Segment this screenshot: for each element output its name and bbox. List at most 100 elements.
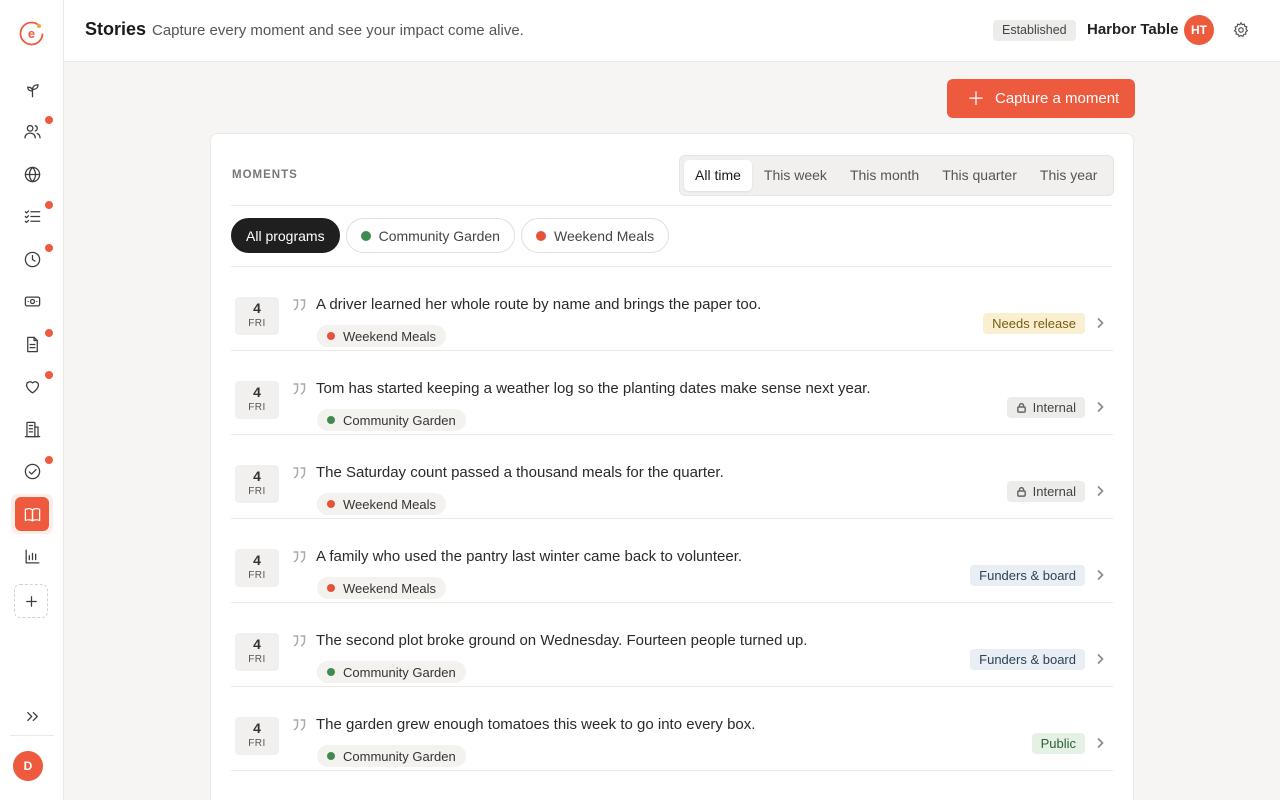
nav-alert-dot (44, 200, 54, 210)
settings-button[interactable] (1232, 21, 1250, 39)
app-logo-icon[interactable]: e (19, 21, 44, 46)
moment-text: A family who used the pantry last winter… (316, 548, 743, 565)
moment-row[interactable]: 4 FRI A driver learned her whole route b… (231, 267, 1113, 351)
quote-icon (291, 717, 307, 733)
sidebar: e D (0, 0, 64, 800)
moments-section-label: MOMENTS (232, 169, 298, 181)
program-color-dot (535, 230, 546, 241)
program-chip: Community Garden (317, 409, 466, 431)
date-box: 4 FRI (235, 717, 279, 755)
program-color-dot (360, 230, 371, 241)
bar-chart-icon (25, 549, 39, 563)
sidebar-divider (10, 735, 54, 736)
chevron-right-icon[interactable] (1093, 568, 1107, 582)
user-avatar[interactable]: D (13, 751, 43, 781)
capture-moment-button[interactable]: ＋ Capture a moment (947, 79, 1135, 118)
filter-community-garden[interactable]: Community Garden (345, 218, 515, 253)
plus-icon (25, 595, 37, 607)
program-name: Weekend Meals (343, 580, 436, 596)
visibility-badge: Internal (1006, 481, 1085, 502)
heart-icon (25, 380, 39, 393)
expand-sidebar-button[interactable] (12, 698, 52, 734)
quote-icon (291, 381, 307, 397)
visibility-label: Internal (1032, 400, 1076, 415)
program-color-dot (327, 332, 335, 340)
nav-organization[interactable] (12, 411, 52, 447)
program-filters: All programs Community Garden Weekend Me… (231, 218, 675, 253)
moment-list: 4 FRI A driver learned her whole route b… (231, 267, 1113, 771)
date-day: 4 (253, 636, 261, 652)
chevron-right-icon[interactable] (1093, 652, 1107, 666)
visibility-badge: Public (1031, 733, 1085, 754)
check-circle-icon (24, 463, 40, 479)
chevron-right-icon[interactable] (1093, 484, 1107, 498)
moment-row[interactable]: 4 FRI A family who used the pantry last … (231, 519, 1113, 603)
capture-moment-label: Capture a moment (995, 90, 1120, 107)
card-divider (231, 205, 1112, 206)
visibility-label: Internal (1032, 484, 1076, 499)
nav-globe[interactable] (12, 156, 52, 192)
lock-icon (1016, 402, 1027, 413)
program-name: Community Garden (343, 412, 456, 428)
visibility-badge: Funders & board (970, 649, 1085, 670)
nav-alert-dot (44, 243, 54, 253)
sprout-icon (26, 83, 39, 97)
visibility-label: Funders & board (979, 652, 1076, 667)
nav-sprout[interactable] (12, 71, 52, 107)
book-open-icon (24, 507, 40, 521)
chevron-right-icon[interactable] (1093, 736, 1107, 750)
lock-icon (1016, 486, 1027, 497)
nav-donors[interactable] (12, 368, 54, 404)
tab-this-quarter[interactable]: This quarter (931, 160, 1028, 191)
money-icon (24, 296, 40, 306)
clock-icon (24, 251, 40, 267)
nav-stories[interactable] (11, 494, 53, 534)
moment-row[interactable]: 4 FRI The garden grew enough tomatoes th… (231, 687, 1113, 771)
nav-alert-dot (44, 328, 54, 338)
quote-icon (291, 297, 307, 313)
program-name: Community Garden (343, 664, 456, 680)
tab-this-week[interactable]: This week (753, 160, 838, 191)
building-icon (24, 421, 40, 437)
program-chip: Weekend Meals (317, 493, 446, 515)
moment-row[interactable]: 4 FRI Tom has started keeping a weather … (231, 351, 1113, 435)
nav-time[interactable] (12, 241, 54, 277)
moment-text: The Saturday count passed a thousand mea… (316, 464, 724, 481)
program-name: Weekend Meals (343, 328, 436, 344)
moment-row[interactable]: 4 FRI The Saturday count passed a thousa… (231, 435, 1113, 519)
filter-all-programs[interactable]: All programs (231, 218, 340, 253)
program-chip: Community Garden (317, 745, 466, 767)
visibility-badge: Internal (1006, 397, 1085, 418)
program-color-dot (327, 500, 335, 508)
chevron-right-icon[interactable] (1093, 316, 1107, 330)
filter-weekend-meals[interactable]: Weekend Meals (520, 218, 670, 253)
nav-funding[interactable] (12, 283, 52, 319)
nav-tasks[interactable] (12, 198, 54, 234)
tab-this-year[interactable]: This year (1029, 160, 1109, 191)
users-icon (23, 124, 41, 138)
nav-reports[interactable] (12, 538, 52, 574)
moment-row[interactable]: 4 FRI The second plot broke ground on We… (231, 603, 1113, 687)
nav-approvals[interactable] (12, 453, 54, 489)
chevron-right-icon[interactable] (1093, 400, 1107, 414)
add-nav-button[interactable] (14, 584, 48, 618)
gear-icon (1233, 21, 1249, 38)
nav-documents[interactable] (12, 326, 54, 362)
date-box: 4 FRI (235, 297, 279, 335)
program-color-dot (327, 416, 335, 424)
date-day: 4 (253, 468, 261, 484)
date-weekday: FRI (248, 402, 266, 413)
filter-label: Weekend Meals (553, 227, 655, 244)
org-avatar[interactable]: HT (1184, 15, 1214, 45)
date-day: 4 (253, 720, 261, 736)
tab-this-month[interactable]: This month (839, 160, 930, 191)
program-chip: Community Garden (317, 661, 466, 683)
nav-alert-dot (44, 455, 54, 465)
org-name[interactable]: Harbor Table (1087, 21, 1178, 38)
tab-all-time[interactable]: All time (684, 160, 752, 191)
date-weekday: FRI (248, 486, 266, 497)
nav-people[interactable] (12, 113, 54, 149)
date-box: 4 FRI (235, 549, 279, 587)
date-day: 4 (253, 300, 261, 316)
moment-text: Tom has started keeping a weather log so… (316, 380, 871, 397)
